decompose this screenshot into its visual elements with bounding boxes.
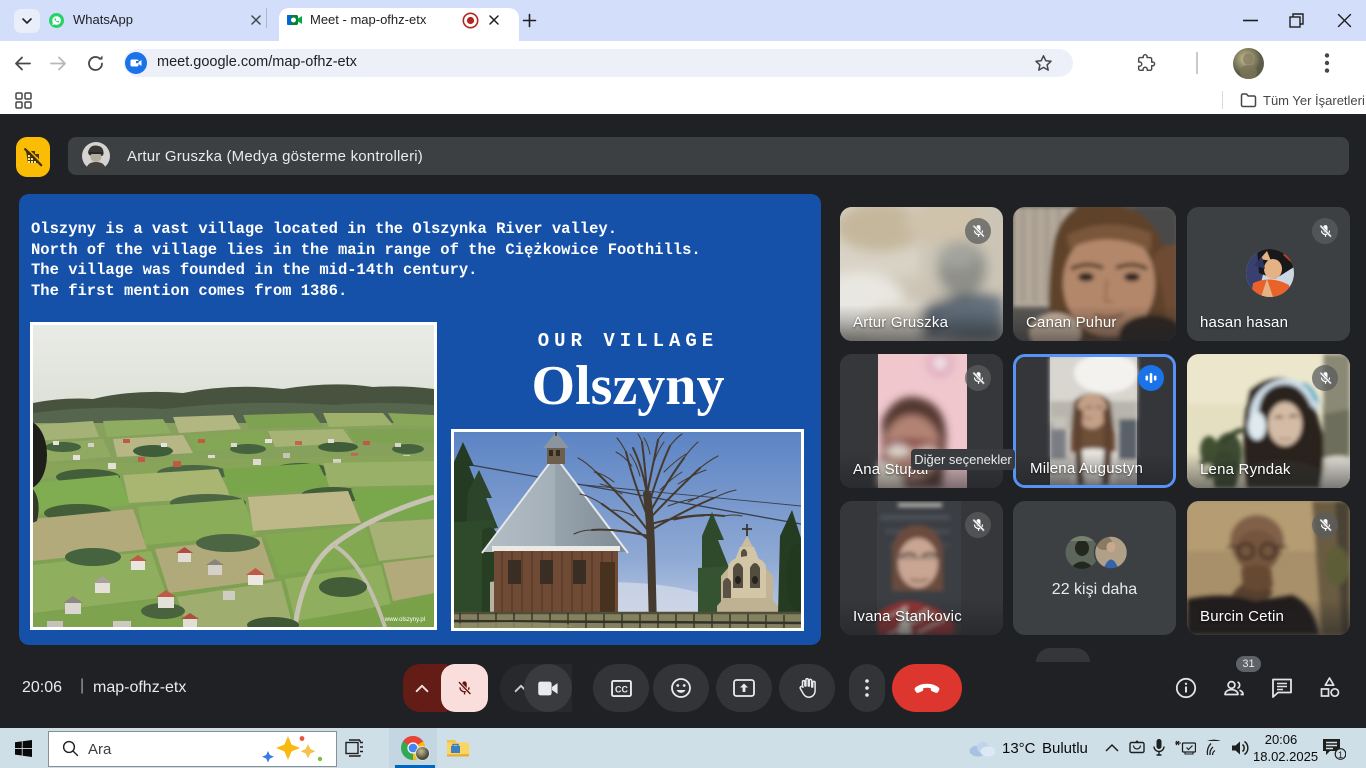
svg-text:CC: CC (615, 684, 628, 694)
svg-text:1: 1 (1338, 750, 1343, 760)
svg-text:www.olszyny.pl: www.olszyny.pl (384, 617, 425, 623)
